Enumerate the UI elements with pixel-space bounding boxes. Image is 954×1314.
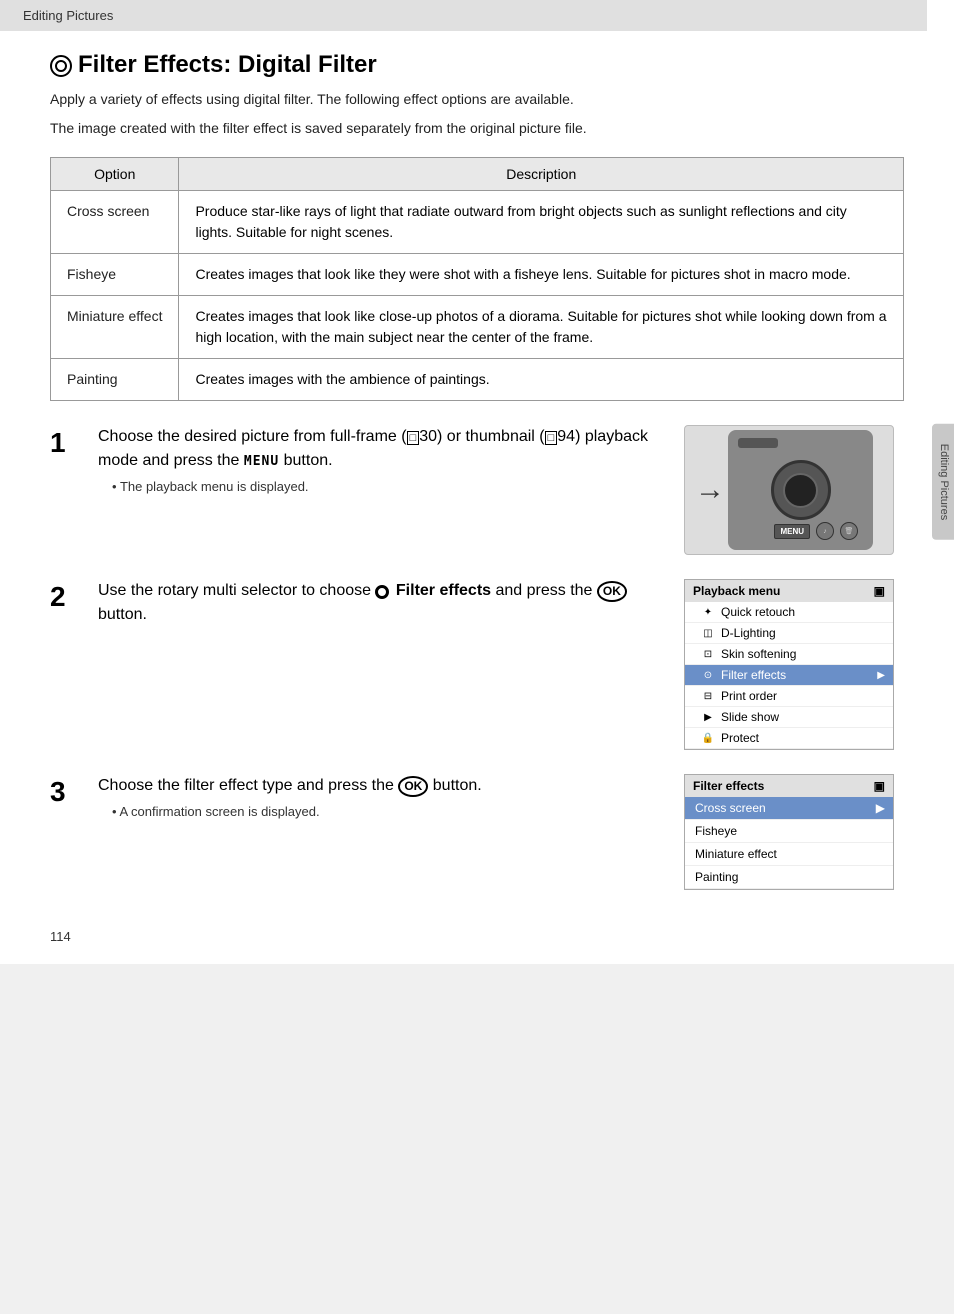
playback-menu-icon: ▣ [874,584,885,598]
step-1-text: Choose the desired picture from full-fra… [98,425,660,473]
filter-effects-header-icon: ▣ [874,779,885,793]
camera-circle-btn1: ♪ [816,522,834,540]
menu-item-icon: ▶ [701,710,715,724]
playback-menu-screenshot: Playback menu ▣ ✦ Quick retouch ◫ D-Lightin… [684,579,894,750]
option-desc-cell: Creates images that look like close-up p… [179,296,904,359]
playback-menu-items: ✦ Quick retouch ◫ D-Lighting ⊡ Skin softening… [685,602,893,749]
option-name-cell: Cross screen [51,191,179,254]
camera-lens [771,460,831,520]
menu-item-icon: 🔒 [701,731,715,745]
step-1-sub: The playback menu is displayed. [112,479,660,494]
step-2-image: Playback menu ▣ ✦ Quick retouch ◫ D-Lightin… [684,579,904,750]
menu-item-label: Skin softening [721,647,796,661]
camera-lens-inner [783,473,818,508]
menu-item-label: Filter effects [721,668,786,682]
step-2-row: 2 Use the rotary multi selector to choos… [50,579,904,750]
step-1-number: 1 [50,427,74,459]
step-2-text: Use the rotary multi selector to choose … [98,579,660,627]
header-bar: Editing Pictures [0,0,927,31]
menu-button-icon: MENU [774,524,810,539]
filter-item-label: Cross screen [695,801,766,815]
filter-menu-items: Cross screen ▶ Fisheye Miniature effect Pain… [685,797,893,889]
ok-button-label-2: OK [398,776,428,797]
option-name-cell: Painting [51,359,179,401]
steps-section: 1 Choose the desired picture from full-f… [50,425,904,890]
menu-item-label: Print order [721,689,777,703]
intro-line1: Apply a variety of effects using digital… [50,89,904,110]
step-2-content: Use the rotary multi selector to choose … [98,579,660,633]
filter-menu-item: Fisheye [685,820,893,843]
menu-label: MENU [244,454,279,469]
camera-body: MENU ♪ 🗑 [728,430,873,550]
playback-menu-item: ✦ Quick retouch [685,602,893,623]
menu-item-arrow: ▶ [877,670,885,681]
menu-item-icon: ⊡ [701,647,715,661]
ok-button-label: OK [597,581,627,602]
content-area: Filter Effects: Digital Filter Apply a v… [0,51,954,964]
menu-item-icon: ◫ [701,626,715,640]
table-row: Cross screenProduce star-like rays of li… [51,191,904,254]
filter-item-label: Miniature effect [695,847,777,861]
option-desc-cell: Creates images that look like they were … [179,254,904,296]
option-name-cell: Fisheye [51,254,179,296]
filter-item-arrow: ▶ [876,801,885,815]
filter-menu-item: Miniature effect [685,843,893,866]
page: Editing Pictures Editing Pictures Filter… [0,0,954,964]
filter-effects-header: Filter effects ▣ [685,775,893,797]
options-table: Option Description Cross screenProduce s… [50,157,904,401]
step-3-sub: A confirmation screen is displayed. [112,804,660,819]
title-text: Filter Effects: Digital Filter [78,51,377,79]
playback-menu-item: ◫ D-Lighting [685,623,893,644]
step-1-row: 1 Choose the desired picture from full-f… [50,425,904,555]
menu-item-label: Protect [721,731,759,745]
sidebar-tab: Editing Pictures [932,424,954,540]
playback-menu-item: ⊡ Skin softening [685,644,893,665]
playback-menu-item: ⊟ Print order [685,686,893,707]
menu-item-icon: ⊙ [701,668,715,682]
step-3-image: Filter effects ▣ Cross screen ▶ Fisheye Min… [684,774,904,890]
arrow-icon: → [695,473,725,507]
menu-item-icon: ✦ [701,605,715,619]
option-desc-cell: Creates images with the ambience of pain… [179,359,904,401]
header-label: Editing Pictures [23,8,113,23]
playback-menu-header: Playback menu ▣ [685,580,893,602]
step-3-number: 3 [50,776,74,808]
step-3-text: Choose the filter effect type and press … [98,774,660,798]
step-2-number: 2 [50,581,74,613]
step-3-content: Choose the filter effect type and press … [98,774,660,819]
menu-item-label: Quick retouch [721,605,795,619]
playback-menu-item: ⊙ Filter effects ▶ [685,665,893,686]
filter-effects-screenshot: Filter effects ▣ Cross screen ▶ Fisheye Min… [684,774,894,890]
camera-circle-btn2: 🗑 [840,522,858,540]
camera-buttons: MENU ♪ 🗑 [774,522,858,540]
menu-item-label: D-Lighting [721,626,776,640]
filter-menu-item: Cross screen ▶ [685,797,893,820]
playback-menu-title: Playback menu [693,584,780,598]
step-1-content: Choose the desired picture from full-fra… [98,425,660,494]
col-option: Option [51,158,179,191]
filter-effects-icon [50,55,72,77]
filter-inline-icon [375,585,389,599]
playback-menu-item: ▶ Slide show [685,707,893,728]
table-row: FisheyeCreates images that look like the… [51,254,904,296]
table-row: Miniature effectCreates images that look… [51,296,904,359]
table-row: PaintingCreates images with the ambience… [51,359,904,401]
page-number: 114 [50,929,71,944]
menu-item-label: Slide show [721,710,779,724]
filter-effects-bold: Filter effects [396,582,491,599]
sidebar-label: Editing Pictures [938,444,950,520]
col-description: Description [179,158,904,191]
filter-item-label: Fisheye [695,824,737,838]
option-name-cell: Miniature effect [51,296,179,359]
option-desc-cell: Produce star-like rays of light that rad… [179,191,904,254]
step-3-row: 3 Choose the filter effect type and pres… [50,774,904,890]
step-1-image: → MENU ♪ 🗑 [684,425,904,555]
page-title: Filter Effects: Digital Filter [50,51,904,79]
filter-item-label: Painting [695,870,738,884]
menu-item-icon: ⊟ [701,689,715,703]
intro-line2: The image created with the filter effect… [50,118,904,139]
filter-effects-title: Filter effects [693,779,764,793]
filter-menu-item: Painting [685,866,893,889]
playback-menu-item: 🔒 Protect [685,728,893,749]
